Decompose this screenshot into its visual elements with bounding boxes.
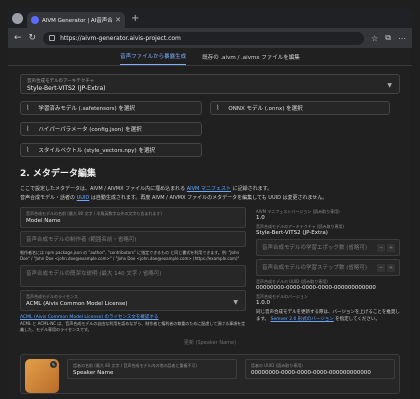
speaker-uuid-field: 話者の UUID (読み取り専用) 00000000-0000-0000-000…: [245, 359, 395, 379]
manifest-link[interactable]: AIVM マニフェスト: [187, 186, 231, 192]
profile-icon[interactable]: [12, 12, 23, 24]
back-icon[interactable]: ←: [14, 33, 22, 43]
tab-generate[interactable]: 音声ファイルから暴露生成: [120, 52, 187, 65]
browser-tab[interactable]: AIVM Generator | AI音声合成モデル... ✕: [27, 12, 125, 28]
license-label: 音声合成モデルのライセンス: [26, 294, 78, 299]
license-value: ACML (Aivis Common Model License): [26, 301, 128, 307]
creators-field[interactable]: 音声合成モデルの制作者 (範囲名前・省略可): [20, 231, 246, 247]
model-architecture-select[interactable]: 音声合成モデルのアーキテクチャ Style-Bert-VITS2 (JP-Ext…: [20, 74, 400, 94]
tab-edit-existing[interactable]: 既存の .aivm / .aivmx ファイルを編集: [202, 53, 300, 65]
version-note: 同じ音声合成モデルを更新する際は、バージョンを上げることを推奨します。 Semv…: [256, 309, 400, 323]
paperclip-icon: ⌇: [26, 104, 30, 112]
select-style-vectors-button[interactable]: ⌇ スタイルベクトル (style_vectors.npy) を選択: [20, 143, 202, 157]
speaker-uuid-label: 話者の UUID (読み取り専用): [251, 363, 303, 368]
paperclip-icon: ⌇: [26, 146, 30, 154]
star-icon[interactable]: ☆: [371, 34, 378, 43]
license-select[interactable]: 音声合成モデルのライセンス ACML (Aivis Common Model L…: [20, 290, 246, 311]
tab-title: AIVM Generator | AI音声合成モデル...: [42, 18, 113, 24]
select-onnx-button[interactable]: ⌇ ONNX モデル (.onnx) を選択: [210, 101, 390, 115]
section-description: ここで設定したメタデータは、AIVM / AIVMX ファイル内に埋め込まれる …: [20, 185, 400, 203]
mode-tabs: 音声ファイルから暴露生成 既存の .aivm / .aivmx ファイルを編集: [8, 48, 412, 66]
description-placeholder: 音声合成モデルの簡潔な説明 (最大 140 文字 / 省略可): [26, 271, 162, 277]
desc-text: 音声合成モデル・話者の: [20, 195, 76, 201]
extensions-icon[interactable]: ⧉: [385, 33, 391, 43]
favicon-icon: [31, 16, 39, 24]
model-architecture-value: Style-Bert-VITS2 (JP-Extra): [27, 85, 106, 92]
browser-window: AIVM Generator | AI音声合成モデル... ✕ + ← ↻ ht…: [8, 8, 412, 399]
browser-toolbar: ← ↻ https://aivm-generator.aivis-project…: [8, 28, 412, 48]
chevron-down-icon: ▼: [233, 299, 238, 306]
creators-hint: 制作者名には npm package.json の "author", "con…: [20, 250, 240, 261]
new-tab-icon[interactable]: +: [131, 13, 139, 24]
model-name-field[interactable]: 音声合成モデルの名前 (最大 80 文字 / 半角英数字以外の文字も含まれます)…: [20, 207, 246, 228]
model-name-label: 音声合成モデルの名前 (最大 80 文字 / 半角英数字以外の文字も含まれます): [26, 211, 162, 216]
minus-icon[interactable]: −: [377, 244, 385, 252]
license-note: ACML と ACML-NC は、音声合成モデルの自由な利用を認めながら、制作者…: [20, 321, 246, 332]
select-onnx-label: ONNX モデル (.onnx) を選択: [228, 106, 303, 112]
lock-icon: [49, 35, 56, 41]
step-stepper[interactable]: − +: [377, 264, 395, 272]
address-bar[interactable]: https://aivm-generator.aivis-project.com: [43, 31, 365, 45]
epoch-field[interactable]: 音声合成モデルの学習エポック数 (省略可) − +: [256, 239, 400, 256]
epoch-placeholder: 音声合成モデルの学習エポック数 (省略可): [262, 245, 368, 251]
license-link[interactable]: ACML (Aivis Common Model License) のライセンス…: [20, 314, 246, 320]
select-config-label: ハイパーパラメータ (config.json) を選択: [38, 127, 142, 133]
select-safetensors-button[interactable]: ⌇ 学習済みモデル (.safetensors) を選択: [20, 101, 202, 115]
arch-value: Style-Bert-VITS2 (JP-Extra): [256, 230, 328, 236]
select-style-vectors-label: スタイルベクトル (style_vectors.npy) を選択: [38, 148, 155, 154]
speaker-name-field[interactable]: 話者の名前 (最大 80 文字 / 音声合成モデル内の他の話者と重複不可) Sp…: [67, 359, 237, 379]
reload-icon[interactable]: ↻: [29, 33, 37, 43]
version-value[interactable]: 1.0.0: [256, 300, 400, 306]
version-note-text: を指定してください。: [335, 317, 380, 322]
manifest-version-value: 1.0: [256, 215, 265, 221]
description-field[interactable]: 音声合成モデルの簡潔な説明 (最大 140 文字 / 省略可): [20, 265, 246, 287]
creators-placeholder: 音声合成モデルの制作者 (範囲名前・省略可): [26, 237, 137, 243]
semver-link[interactable]: Semver 2.0 形式のバージョン: [271, 317, 334, 322]
speaker-name-label: 話者の名前 (最大 80 文字 / 音声合成モデル内の他の話者と重複不可): [73, 363, 197, 368]
select-config-button[interactable]: ⌇ ハイパーパラメータ (config.json) を選択: [20, 122, 202, 136]
close-tab-icon[interactable]: ✕: [115, 16, 121, 24]
paperclip-icon: ⌇: [26, 125, 30, 133]
uuid-link[interactable]: UUID: [77, 195, 90, 201]
step-placeholder: 音声合成モデルの学習ステップ数 (省略可): [262, 265, 368, 271]
plus-icon[interactable]: +: [387, 244, 395, 252]
step-field[interactable]: 音声合成モデルの学習ステップ数 (省略可) − +: [256, 259, 400, 276]
tab-strip: AIVM Generator | AI音声合成モデル... ✕ +: [8, 8, 412, 28]
model-architecture-label: 音声合成モデルのアーキテクチャ: [27, 79, 95, 84]
speaker-avatar[interactable]: ✎: [25, 359, 59, 393]
desc-text: に記録されます。: [232, 186, 273, 192]
paperclip-icon: ⌇: [216, 104, 220, 112]
model-uuid-value: 00000000-0000-0000-0000-000000000000: [256, 285, 376, 291]
select-safetensors-label: 学習済みモデル (.safetensors) を選択: [38, 106, 135, 112]
section-title: 2. メタデータ編集: [20, 169, 96, 179]
update-button[interactable]: 更新 (Speaker Name): [180, 339, 240, 346]
plus-icon[interactable]: +: [387, 264, 395, 272]
page-content: 音声ファイルから暴露生成 既存の .aivm / .aivmx ファイルを編集 …: [8, 48, 412, 399]
model-name-value: Model Name: [26, 218, 61, 224]
edit-icon[interactable]: ✎: [50, 361, 57, 368]
minus-icon[interactable]: −: [377, 264, 385, 272]
menu-icon[interactable]: ⋯: [398, 34, 406, 43]
desc-text: ここで設定したメタデータは、AIVM / AIVMX ファイル内に埋め込まれる: [20, 186, 186, 192]
epoch-stepper[interactable]: − +: [377, 244, 395, 252]
speaker-uuid-value: 00000000-0000-0000-0000-000000000000: [251, 370, 371, 376]
desc-text: は自動生成されます。再度 AIVM / AIVMX ファイルのメタデータを編集し…: [90, 195, 328, 201]
speaker-name-value: Speaker Name: [73, 370, 114, 376]
chevron-down-icon: ▼: [387, 82, 392, 89]
speaker-card: ✎ 話者の名前 (最大 80 文字 / 音声合成モデル内の他の話者と重複不可) …: [20, 354, 400, 394]
url-text: https://aivm-generator.aivis-project.com: [60, 34, 181, 42]
